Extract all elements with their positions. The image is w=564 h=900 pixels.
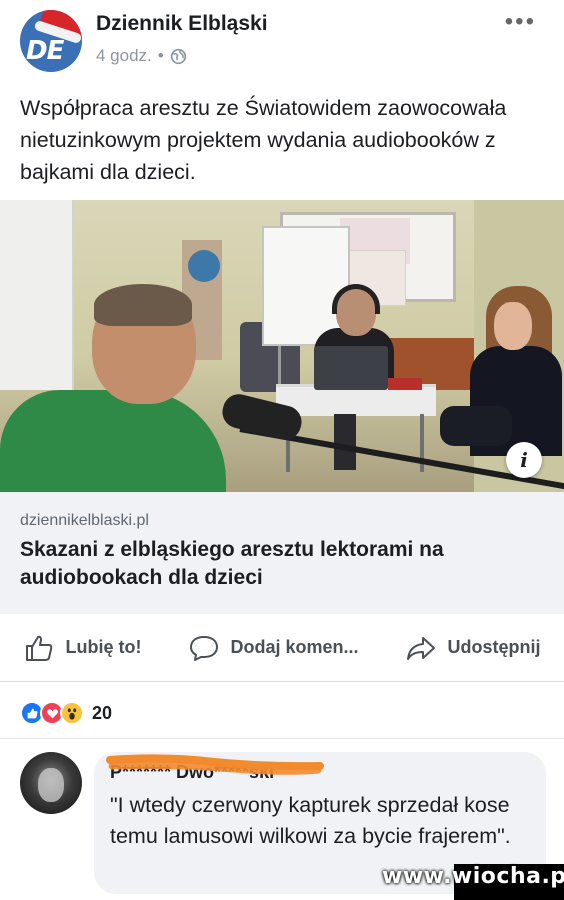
share-label: Udostępnij bbox=[447, 637, 541, 657]
woman-leg-decoration bbox=[440, 406, 512, 446]
meta-separator: • bbox=[157, 46, 164, 65]
redaction-scribble bbox=[106, 754, 324, 775]
link-title[interactable]: Skazani z elbląskiego aresztu lektorami … bbox=[20, 536, 540, 592]
comment-label: Dodaj komen... bbox=[230, 637, 359, 657]
divider bbox=[0, 738, 564, 739]
thumbs-up-icon bbox=[26, 635, 53, 661]
info-icon[interactable]: i bbox=[506, 442, 542, 478]
post-meta: 4 godz. • bbox=[96, 46, 187, 66]
prisoner-hair-decoration bbox=[94, 284, 192, 326]
reaction-count: 20 bbox=[92, 702, 113, 723]
share-arrow-icon bbox=[407, 636, 436, 660]
flipchart-left-decoration bbox=[0, 200, 74, 390]
link-preview-card[interactable]: dziennikelblaski.pl Skazani z elbląskieg… bbox=[0, 492, 564, 614]
commenter-face-decoration bbox=[38, 768, 64, 802]
like-label: Lubię to! bbox=[65, 637, 142, 657]
comment-button[interactable]: Dodaj komen... bbox=[188, 632, 358, 664]
page-logo-text: DE bbox=[26, 36, 64, 66]
narrator-legs-decoration bbox=[334, 414, 356, 470]
watermark-text: www.wiocha.pl bbox=[382, 864, 564, 889]
post-actions-bar: Lubię to! Dodaj komen... Udostępnij bbox=[0, 614, 564, 682]
woman-face-decoration bbox=[494, 302, 532, 350]
link-domain: dziennikelblaski.pl bbox=[20, 512, 149, 529]
post-body-text: Współpraca aresztu ze Światowidem zaowoc… bbox=[20, 96, 507, 184]
wow-reaction-icon bbox=[60, 701, 84, 725]
page-avatar[interactable]: DE bbox=[20, 10, 82, 72]
globe-decoration bbox=[188, 250, 220, 282]
link-preview-image[interactable]: i bbox=[0, 200, 564, 492]
laptop-decoration bbox=[314, 346, 388, 390]
commenter-avatar[interactable] bbox=[20, 752, 82, 814]
audio-mixer-decoration bbox=[388, 378, 422, 390]
post-header: DE Dziennik Elbląski 4 godz. • ••• bbox=[0, 0, 564, 80]
comment-bubble-icon bbox=[190, 635, 219, 661]
like-button[interactable]: Lubię to! bbox=[23, 632, 141, 664]
reactions-summary[interactable]: 20 bbox=[20, 700, 112, 726]
share-button[interactable]: Udostępnij bbox=[405, 632, 540, 664]
globe-icon bbox=[170, 48, 186, 64]
more-options-button[interactable]: ••• bbox=[505, 8, 536, 36]
page-name[interactable]: Dziennik Elbląski bbox=[96, 12, 268, 36]
post-timestamp[interactable]: 4 godz. bbox=[96, 46, 152, 66]
prisoner-body-decoration bbox=[0, 390, 226, 492]
comment-text: "I wtedy czerwony kapturek sprzedał kose… bbox=[110, 793, 511, 848]
